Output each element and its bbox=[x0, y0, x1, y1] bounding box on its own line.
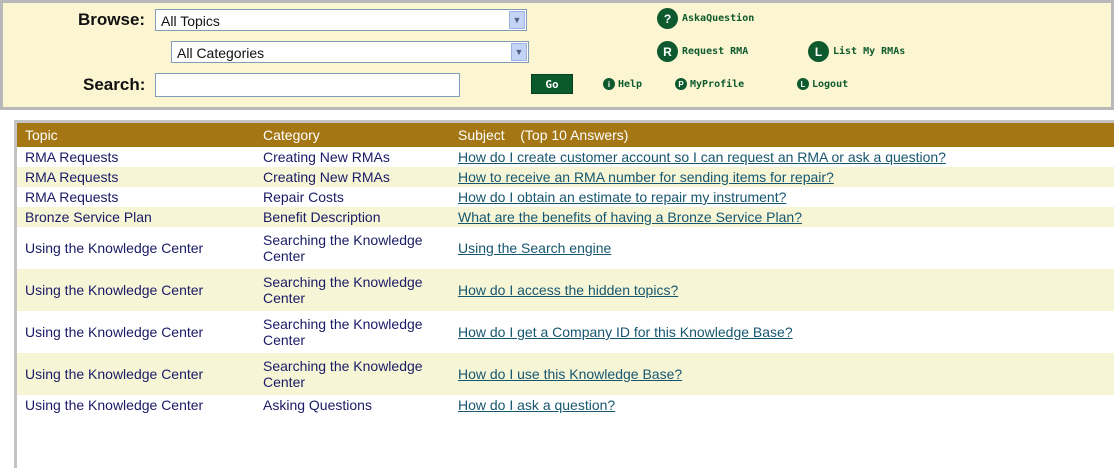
my-profile-label: MyProfile bbox=[690, 78, 745, 90]
topic-select[interactable]: All Topics ▼ bbox=[155, 9, 527, 31]
table-row: Using the Knowledge Center Searching the… bbox=[17, 227, 1114, 269]
category-cell: Repair Costs bbox=[255, 187, 450, 207]
table-row: Using the Knowledge Center Searching the… bbox=[17, 269, 1114, 311]
topic-cell: Using the Knowledge Center bbox=[17, 395, 255, 415]
table-row: Using the Knowledge Center Searching the… bbox=[17, 311, 1114, 353]
table-row: Using the Knowledge Center Asking Questi… bbox=[17, 395, 1114, 415]
ask-question-link[interactable]: ? AskaQuestion bbox=[657, 8, 754, 29]
category-select[interactable]: All Categories ▼ bbox=[171, 41, 529, 63]
topic-cell: Using the Knowledge Center bbox=[17, 269, 255, 311]
topic-cell: RMA Requests bbox=[17, 147, 255, 167]
info-icon: i bbox=[603, 78, 615, 90]
category-select-value: All Categories bbox=[177, 45, 265, 61]
table-row: RMA Requests Creating New RMAs How to re… bbox=[17, 167, 1114, 187]
browse-label: Browse: bbox=[78, 10, 146, 29]
category-cell: Asking Questions bbox=[255, 395, 450, 415]
answers-table-frame: Topic Category Subject (Top 10 Answers) … bbox=[14, 120, 1114, 468]
table-row: RMA Requests Repair Costs How do I obtai… bbox=[17, 187, 1114, 207]
category-cell: Searching the Knowledge Center bbox=[255, 227, 450, 269]
subject-link[interactable]: How do I access the hidden topics? bbox=[458, 282, 678, 298]
table-row: RMA Requests Creating New RMAs How do I … bbox=[17, 147, 1114, 167]
topic-cell: Using the Knowledge Center bbox=[17, 227, 255, 269]
list-rmas-link[interactable]: L List My RMAs bbox=[808, 41, 905, 62]
topic-cell: Using the Knowledge Center bbox=[17, 353, 255, 395]
ask-question-label: AskaQuestion bbox=[682, 13, 755, 24]
subject-header-label: Subject bbox=[458, 127, 505, 143]
subject-link[interactable]: How to receive an RMA number for sending… bbox=[458, 169, 834, 185]
subject-link[interactable]: How do I obtain an estimate to repair my… bbox=[458, 189, 786, 205]
subject-link[interactable]: Using the Search engine bbox=[458, 240, 611, 256]
topic-cell: Using the Knowledge Center bbox=[17, 311, 255, 353]
category-cell: Creating New RMAs bbox=[255, 147, 450, 167]
request-rma-label: Request RMA bbox=[682, 46, 749, 57]
subject-link[interactable]: How do I create customer account so I ca… bbox=[458, 149, 946, 165]
table-header-row: Topic Category Subject (Top 10 Answers) bbox=[17, 123, 1114, 147]
column-header-topic: Topic bbox=[17, 123, 255, 147]
subject-link[interactable]: What are the benefits of having a Bronze… bbox=[458, 209, 802, 225]
category-cell: Searching the Knowledge Center bbox=[255, 311, 450, 353]
subject-link[interactable]: How do I use this Knowledge Base? bbox=[458, 366, 682, 382]
subject-link[interactable]: How do I get a Company ID for this Knowl… bbox=[458, 324, 793, 340]
subject-link[interactable]: How do I ask a question? bbox=[458, 397, 615, 413]
search-label: Search: bbox=[83, 75, 146, 94]
question-icon: ? bbox=[657, 8, 678, 29]
list-rmas-label: List My RMAs bbox=[833, 46, 906, 57]
column-header-subject: Subject (Top 10 Answers) bbox=[450, 123, 1114, 147]
topic-cell: Bronze Service Plan bbox=[17, 207, 255, 227]
my-profile-link[interactable]: P MyProfile bbox=[675, 78, 744, 90]
chevron-down-icon[interactable]: ▼ bbox=[509, 11, 525, 29]
topic-cell: RMA Requests bbox=[17, 167, 255, 187]
chevron-down-icon[interactable]: ▼ bbox=[511, 43, 527, 61]
help-link[interactable]: i Help bbox=[603, 78, 642, 90]
help-label: Help bbox=[618, 78, 643, 90]
table-row: Using the Knowledge Center Searching the… bbox=[17, 353, 1114, 395]
request-rma-link[interactable]: R Request RMA bbox=[657, 41, 748, 62]
answers-table: Topic Category Subject (Top 10 Answers) … bbox=[17, 123, 1114, 415]
logout-icon: L bbox=[797, 78, 809, 90]
category-cell: Benefit Description bbox=[255, 207, 450, 227]
profile-icon: P bbox=[675, 78, 687, 90]
table-row: Bronze Service Plan Benefit Description … bbox=[17, 207, 1114, 227]
search-input[interactable] bbox=[155, 73, 460, 97]
category-cell: Creating New RMAs bbox=[255, 167, 450, 187]
logout-label: Logout bbox=[812, 78, 849, 90]
search-panel: Browse: All Topics ▼ All Categories ▼ Se… bbox=[0, 0, 1114, 110]
list-icon: L bbox=[808, 41, 829, 62]
go-button[interactable]: Go bbox=[531, 74, 573, 94]
category-cell: Searching the Knowledge Center bbox=[255, 353, 450, 395]
subject-header-note: (Top 10 Answers) bbox=[520, 127, 629, 143]
topic-select-value: All Topics bbox=[161, 13, 220, 29]
rma-icon: R bbox=[657, 41, 678, 62]
category-cell: Searching the Knowledge Center bbox=[255, 269, 450, 311]
topic-cell: RMA Requests bbox=[17, 187, 255, 207]
logout-link[interactable]: L Logout bbox=[797, 78, 848, 90]
column-header-category: Category bbox=[255, 123, 450, 147]
